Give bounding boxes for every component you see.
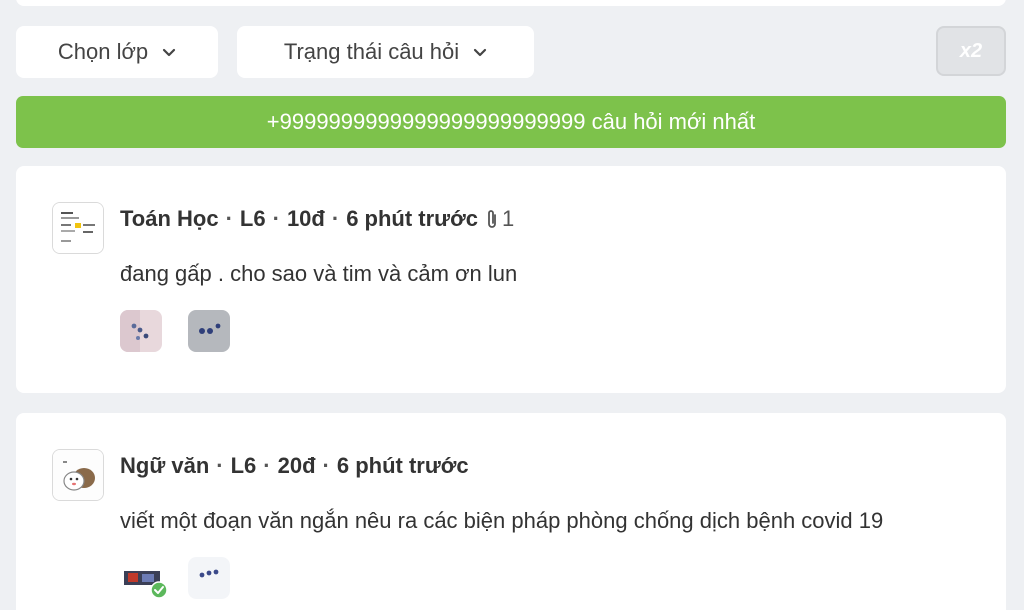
question-card[interactable]: Toán Học · L6 · 10đ · 6 phút trước 1 đan… [16, 166, 1006, 393]
subject-link[interactable]: Ngữ văn [120, 453, 209, 479]
question-card[interactable]: Ngữ văn · L6 · 20đ · 6 phút trước viết m… [16, 413, 1006, 610]
chevron-down-icon [474, 48, 487, 57]
avatar[interactable] [52, 449, 104, 501]
separator-dot: · [216, 453, 224, 478]
answerer-avatar-image [120, 310, 162, 352]
points-label: 20đ [277, 453, 316, 478]
avatar[interactable] [52, 202, 104, 254]
answerer-avatar[interactable] [188, 310, 230, 352]
question-text[interactable]: viết một đoạn văn ngắn nêu ra các biện p… [120, 508, 883, 534]
status-filter-dropdown[interactable]: Trạng thái câu hỏi [237, 26, 534, 78]
class-filter-dropdown[interactable]: Chọn lớp [16, 26, 218, 78]
subject-link[interactable]: Toán Học [120, 206, 219, 232]
x2-label: x2 [959, 39, 983, 62]
answerer-avatar-image [188, 310, 230, 352]
verified-check-icon [150, 581, 168, 599]
new-questions-banner[interactable]: +9999999999999999999999999 câu hỏi mới n… [16, 96, 1006, 148]
grade-label: L6 [230, 453, 257, 478]
separator-dot: · [225, 206, 233, 231]
paperclip-icon [488, 210, 496, 228]
separator-dot: · [331, 206, 340, 231]
question-text[interactable]: đang gấp . cho sao và tim và cảm ơn lun [120, 261, 517, 287]
avatar-image [53, 450, 103, 500]
answerer-avatar-image [188, 557, 230, 599]
grade-label: L6 [239, 206, 266, 231]
time-label: 6 phút trước [336, 453, 469, 478]
time-label: 6 phút trước [346, 206, 478, 231]
chevron-down-icon [163, 48, 176, 57]
attachment-count: 1 [486, 206, 514, 232]
answerer-avatar[interactable] [188, 557, 230, 599]
separator-dot: · [263, 453, 271, 478]
class-filter-label: Chọn lớp [57, 39, 149, 64]
x2-button[interactable]: x2 [936, 26, 1006, 76]
top-card-edge [16, 0, 1006, 6]
new-questions-text: +9999999999999999999999999 câu hỏi mới n… [266, 109, 756, 134]
points-label: 10đ [286, 206, 325, 231]
answerer-avatar[interactable] [120, 310, 162, 352]
status-filter-label: Trạng thái câu hỏi [283, 39, 460, 64]
question-meta: Ngữ văn · L6 · 20đ · 6 phút trước [120, 453, 469, 479]
question-meta: Toán Học · L6 · 10đ · 6 phút trước 1 [120, 206, 514, 232]
separator-dot: · [272, 206, 280, 231]
question-feed: Chọn lớp Trạng thái câu hỏi x2 +99999999… [0, 0, 1024, 610]
separator-dot: · [322, 453, 330, 478]
attachment-count-value: 1 [501, 206, 515, 231]
avatar-image [53, 203, 103, 253]
